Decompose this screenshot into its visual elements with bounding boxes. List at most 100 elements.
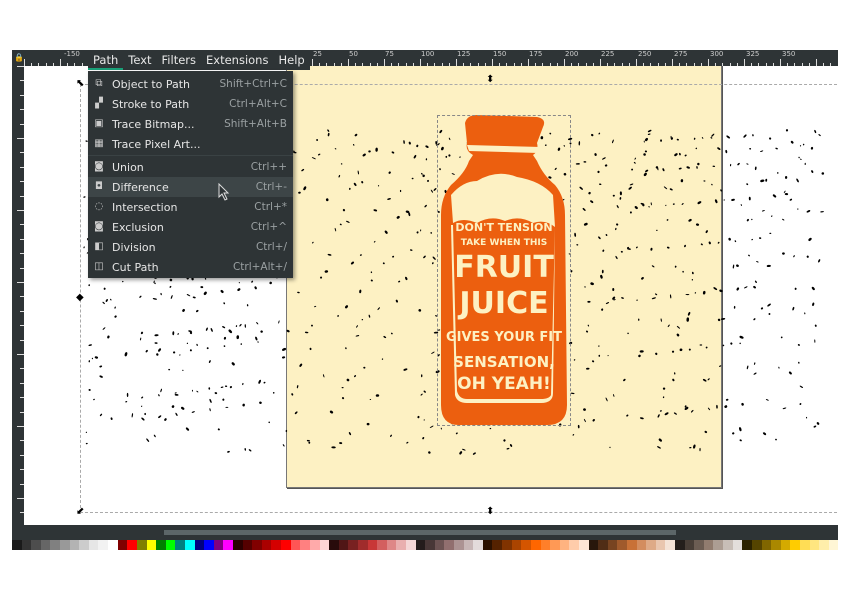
palette-swatch[interactable] bbox=[502, 540, 512, 550]
lock-guides-icon[interactable]: 🔒 bbox=[14, 53, 24, 62]
palette-swatch[interactable] bbox=[204, 540, 214, 550]
palette-swatch[interactable] bbox=[588, 540, 599, 550]
palette-swatch[interactable] bbox=[261, 540, 272, 550]
palette-swatch[interactable] bbox=[627, 540, 637, 550]
palette-swatch[interactable] bbox=[127, 540, 137, 550]
palette-swatch[interactable] bbox=[655, 540, 666, 550]
palette-swatch[interactable] bbox=[578, 540, 589, 550]
palette-swatch[interactable] bbox=[415, 540, 426, 550]
menu-item-exclusion[interactable]: ◙ Exclusion Ctrl+^ bbox=[88, 217, 293, 237]
palette-swatch[interactable] bbox=[694, 540, 704, 550]
menu-item-cut-path[interactable]: ◫ Cut Path Ctrl+Alt+/ bbox=[88, 257, 293, 277]
palette-swatch[interactable] bbox=[598, 540, 608, 550]
palette-swatch[interactable] bbox=[819, 540, 829, 550]
palette-swatch[interactable] bbox=[675, 540, 685, 550]
palette-swatch[interactable] bbox=[473, 540, 483, 550]
scale-handle-s[interactable]: ⬍ bbox=[486, 506, 494, 517]
scrollbar-thumb[interactable] bbox=[164, 530, 676, 535]
palette-swatch[interactable] bbox=[184, 540, 195, 550]
palette-swatch[interactable] bbox=[405, 540, 416, 550]
menu-item-difference[interactable]: ◘ Difference Ctrl+- bbox=[88, 177, 293, 197]
palette-swatch[interactable] bbox=[281, 540, 291, 550]
menu-item-trace-pixel-art[interactable]: ▦ Trace Pixel Art... bbox=[88, 134, 293, 154]
palette-swatch[interactable] bbox=[21, 540, 32, 550]
palette-swatch[interactable] bbox=[425, 540, 435, 550]
palette-swatch[interactable] bbox=[492, 540, 503, 550]
palette-swatch[interactable] bbox=[828, 540, 839, 550]
palette-swatch[interactable] bbox=[31, 540, 41, 550]
palette-swatch[interactable] bbox=[444, 540, 455, 550]
palette-swatch[interactable] bbox=[69, 540, 80, 550]
palette-swatch[interactable] bbox=[665, 540, 676, 550]
scale-handle-nw[interactable]: ⬉ bbox=[76, 78, 84, 89]
palette-swatch[interactable] bbox=[540, 540, 551, 550]
menu-filters[interactable]: Filters bbox=[157, 50, 201, 70]
palette-swatch[interactable] bbox=[790, 540, 800, 550]
palette-swatch[interactable] bbox=[367, 540, 378, 550]
palette-swatch[interactable] bbox=[809, 540, 820, 550]
palette-swatch[interactable] bbox=[319, 540, 330, 550]
palette-swatch[interactable] bbox=[50, 540, 61, 550]
palette-swatch[interactable] bbox=[684, 540, 695, 550]
palette-swatch[interactable] bbox=[482, 540, 493, 550]
menu-item-division[interactable]: ◧ Division Ctrl+/ bbox=[88, 237, 293, 257]
palette-swatch[interactable] bbox=[713, 540, 724, 550]
menu-text[interactable]: Text bbox=[123, 50, 156, 70]
palette-swatch[interactable] bbox=[223, 540, 234, 550]
palette-swatch[interactable] bbox=[511, 540, 522, 550]
palette-swatch[interactable] bbox=[165, 540, 176, 550]
palette-swatch[interactable] bbox=[723, 540, 733, 550]
palette-swatch[interactable] bbox=[530, 540, 541, 550]
palette-swatch[interactable] bbox=[761, 540, 772, 550]
palette-swatch[interactable] bbox=[463, 540, 474, 550]
palette-swatch[interactable] bbox=[40, 540, 51, 550]
color-palette[interactable] bbox=[12, 540, 839, 550]
menu-item-stroke-to-path[interactable]: ▞ Stroke to Path Ctrl+Alt+C bbox=[88, 94, 293, 114]
palette-swatch[interactable] bbox=[338, 540, 349, 550]
palette-swatch[interactable] bbox=[194, 540, 205, 550]
palette-swatch[interactable] bbox=[396, 540, 406, 550]
menu-extensions[interactable]: Extensions bbox=[201, 50, 273, 70]
menu-path[interactable]: Path bbox=[88, 50, 124, 70]
menu-item-object-to-path[interactable]: ⧉ Object to Path Shift+Ctrl+C bbox=[88, 74, 293, 94]
palette-swatch[interactable] bbox=[233, 540, 243, 550]
palette-swatch[interactable] bbox=[329, 540, 339, 550]
palette-swatch[interactable] bbox=[108, 540, 118, 550]
palette-swatch[interactable] bbox=[559, 540, 570, 550]
palette-swatch[interactable] bbox=[780, 540, 791, 550]
palette-swatch[interactable] bbox=[290, 540, 301, 550]
palette-swatch[interactable] bbox=[386, 540, 397, 550]
palette-swatch[interactable] bbox=[348, 540, 358, 550]
palette-swatch[interactable] bbox=[550, 540, 560, 550]
palette-swatch[interactable] bbox=[242, 540, 253, 550]
palette-swatch[interactable] bbox=[569, 540, 579, 550]
palette-swatch[interactable] bbox=[751, 540, 762, 550]
scale-handle-sw[interactable]: ⬋ bbox=[76, 506, 84, 517]
palette-swatch[interactable] bbox=[434, 540, 445, 550]
palette-swatch[interactable] bbox=[252, 540, 262, 550]
palette-swatch[interactable] bbox=[136, 540, 147, 550]
palette-swatch[interactable] bbox=[12, 540, 22, 550]
palette-swatch[interactable] bbox=[60, 540, 70, 550]
palette-swatch[interactable] bbox=[300, 540, 310, 550]
menu-item-union[interactable]: ◙ Union Ctrl++ bbox=[88, 157, 293, 177]
palette-swatch[interactable] bbox=[146, 540, 157, 550]
palette-swatch[interactable] bbox=[88, 540, 99, 550]
palette-swatch[interactable] bbox=[636, 540, 647, 550]
palette-swatch[interactable] bbox=[79, 540, 89, 550]
palette-swatch[interactable] bbox=[213, 540, 224, 550]
menu-help[interactable]: Help bbox=[273, 50, 309, 70]
palette-swatch[interactable] bbox=[771, 540, 781, 550]
palette-swatch[interactable] bbox=[175, 540, 185, 550]
palette-swatch[interactable] bbox=[271, 540, 282, 550]
palette-swatch[interactable] bbox=[454, 540, 464, 550]
palette-swatch[interactable] bbox=[607, 540, 618, 550]
palette-swatch[interactable] bbox=[156, 540, 166, 550]
palette-swatch[interactable] bbox=[742, 540, 752, 550]
palette-swatch[interactable] bbox=[703, 540, 714, 550]
scale-handle-n[interactable]: ⬍ bbox=[486, 74, 494, 85]
palette-swatch[interactable] bbox=[117, 540, 128, 550]
palette-swatch[interactable] bbox=[732, 540, 743, 550]
palette-swatch[interactable] bbox=[377, 540, 387, 550]
menu-item-intersection[interactable]: ◌ Intersection Ctrl+* bbox=[88, 197, 293, 217]
